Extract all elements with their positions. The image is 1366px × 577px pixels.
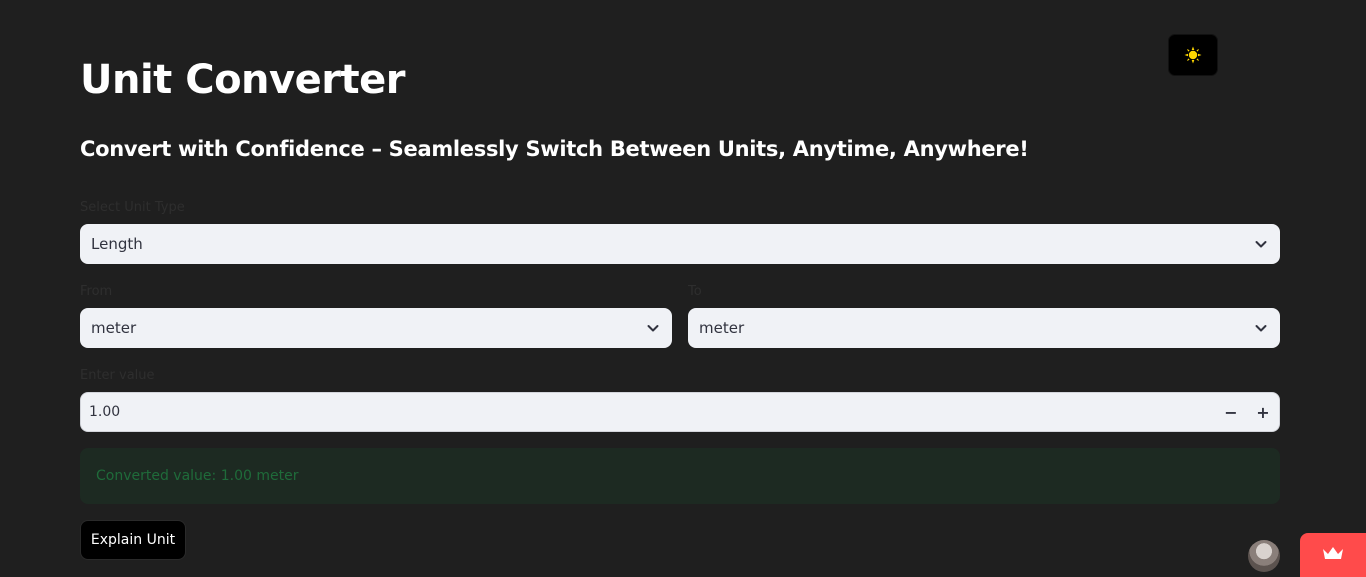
- chevron-down-icon: [1255, 325, 1267, 332]
- app-page: Unit Converter Convert with Confidence –…: [0, 0, 1366, 577]
- to-label: To: [688, 284, 702, 299]
- crown-icon: [1321, 545, 1345, 565]
- value-label: Enter value: [80, 368, 155, 383]
- page-subtitle: Convert with Confidence – Seamlessly Swi…: [80, 137, 1029, 161]
- value-field[interactable]: 1.00: [81, 404, 1215, 420]
- result-text: Converted value: 1.00 meter: [96, 468, 299, 484]
- value-number-input[interactable]: 1.00 − +: [80, 392, 1280, 432]
- conversion-result: Converted value: 1.00 meter: [80, 448, 1280, 504]
- chevron-down-icon: [1255, 241, 1267, 248]
- page-title: Unit Converter: [80, 57, 405, 103]
- to-unit-select[interactable]: meter: [688, 308, 1280, 348]
- streamlit-badge[interactable]: [1300, 533, 1366, 577]
- to-unit-value: meter: [699, 319, 745, 337]
- from-label: From: [80, 284, 113, 299]
- unit-type-label: Select Unit Type: [80, 200, 185, 215]
- decrement-button[interactable]: −: [1215, 393, 1247, 431]
- from-unit-select[interactable]: meter: [80, 308, 672, 348]
- unit-type-select[interactable]: Length: [80, 224, 1280, 264]
- unit-type-value: Length: [91, 235, 143, 253]
- from-unit-value: meter: [91, 319, 137, 337]
- user-avatar[interactable]: [1248, 540, 1280, 572]
- sun-icon: [1184, 46, 1202, 64]
- explain-unit-button[interactable]: Explain Unit: [80, 520, 186, 560]
- theme-toggle-button[interactable]: [1168, 34, 1218, 76]
- increment-button[interactable]: +: [1247, 393, 1279, 431]
- chevron-down-icon: [647, 325, 659, 332]
